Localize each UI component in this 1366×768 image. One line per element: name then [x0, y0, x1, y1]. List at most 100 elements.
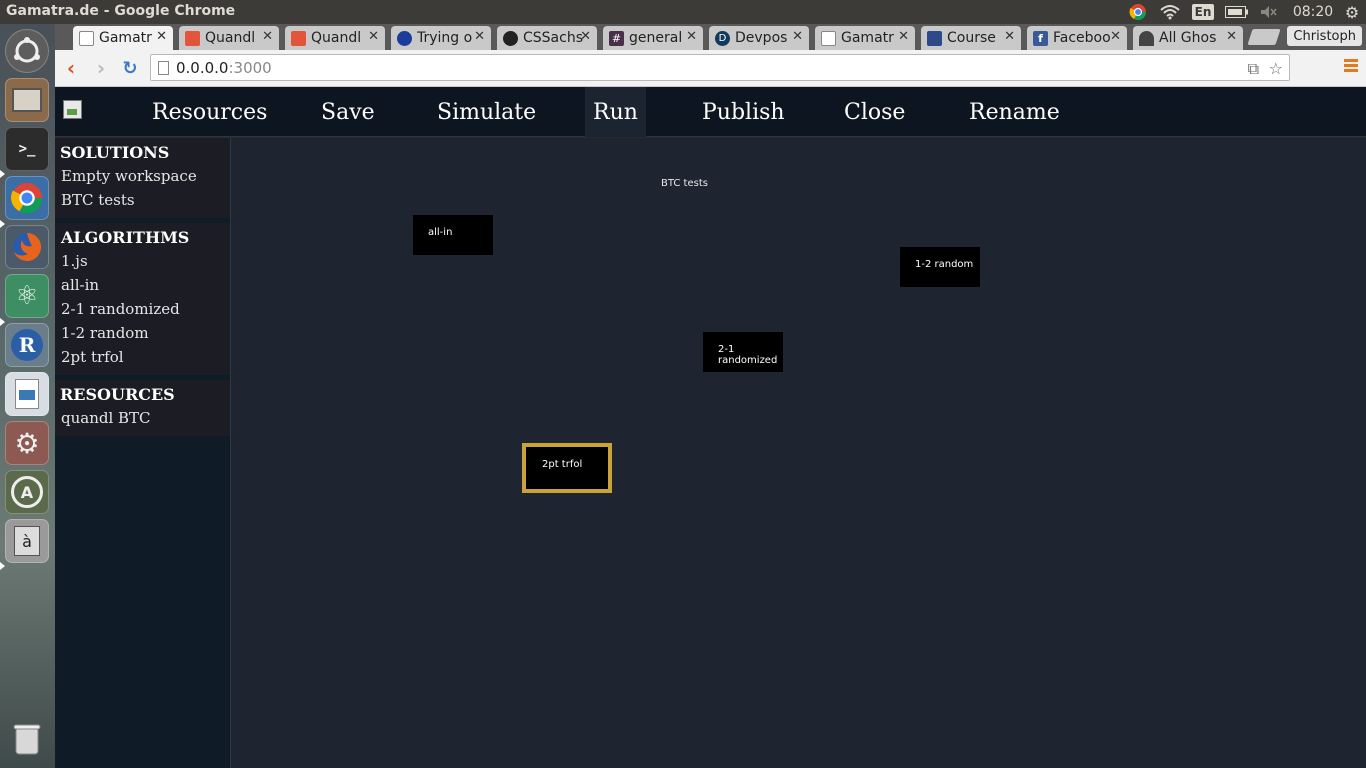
- browser-tab-strip: Gamatr ✕ Quandl ✕ Quandl ✕ Trying o ✕ CS…: [55, 24, 1366, 50]
- libreoffice-writer-icon[interactable]: [5, 372, 49, 416]
- nav-rename[interactable]: Rename: [962, 87, 1067, 137]
- tab-github[interactable]: CSSachs ✕: [497, 26, 597, 50]
- solution-item[interactable]: BTC tests: [60, 188, 225, 212]
- nav-simulate[interactable]: Simulate: [430, 87, 543, 137]
- chrome-indicator-icon[interactable]: [1126, 0, 1150, 24]
- devpost-icon: D: [715, 30, 730, 46]
- tab-trying[interactable]: Trying o ✕: [391, 26, 491, 50]
- algorithm-item[interactable]: 2pt trfol: [60, 345, 225, 369]
- nav-save[interactable]: Save: [314, 87, 382, 137]
- nav-close[interactable]: Close: [837, 87, 912, 137]
- volume-muted-icon[interactable]: [1258, 0, 1280, 24]
- close-tab-icon[interactable]: ✕: [1226, 29, 1237, 44]
- close-tab-icon[interactable]: ✕: [1004, 29, 1015, 44]
- github-icon: [503, 30, 518, 46]
- files-icon[interactable]: [5, 78, 49, 122]
- close-tab-icon[interactable]: ✕: [474, 29, 485, 44]
- tab-all-ghost[interactable]: All Ghos ✕: [1133, 26, 1243, 50]
- app-navbar: Resources Save Simulate Run Publish Clos…: [55, 87, 1366, 137]
- address-bar[interactable]: 0.0.0.0:3000 ⧉ ☆: [150, 54, 1290, 81]
- resources-section: RESOURCES quandl BTC: [55, 380, 230, 436]
- solutions-heading: SOLUTIONS: [60, 143, 170, 162]
- wifi-icon[interactable]: [1158, 0, 1182, 24]
- battery-icon[interactable]: [1224, 0, 1250, 24]
- back-arrow-icon[interactable]: ‹: [59, 56, 83, 80]
- tab-quandl-1[interactable]: Quandl ✕: [179, 26, 279, 50]
- solutions-section: SOLUTIONS Empty workspace BTC tests: [55, 138, 230, 218]
- algorithm-item[interactable]: 2-1 randomized: [60, 297, 225, 321]
- close-tab-icon[interactable]: ✕: [1110, 29, 1121, 44]
- node-1-2-random[interactable]: 1-2 random: [900, 247, 980, 287]
- sidebar: SOLUTIONS Empty workspace BTC tests ALGO…: [55, 138, 230, 768]
- running-indicator: [0, 220, 5, 228]
- r-icon[interactable]: R: [5, 323, 49, 367]
- ubuntu-dash-icon[interactable]: [5, 29, 49, 73]
- tab-gamatra-active[interactable]: Gamatr ✕: [73, 26, 173, 50]
- trash-icon[interactable]: [5, 717, 49, 761]
- tab-gamatra-2[interactable]: Gamatr ✕: [815, 26, 915, 50]
- quandl-icon: [185, 30, 200, 46]
- nav-publish[interactable]: Publish: [695, 87, 792, 137]
- running-indicator: [0, 562, 5, 570]
- cal-icon: [927, 30, 942, 46]
- atom-editor-icon[interactable]: ⚛: [5, 274, 49, 318]
- running-indicator: [0, 318, 5, 326]
- close-tab-icon[interactable]: ✕: [580, 29, 591, 44]
- chrome-launcher-icon[interactable]: [5, 176, 49, 220]
- slack-icon: #: [609, 30, 624, 46]
- workspace-canvas[interactable]: BTC tests all-in 1-2 random 2-1 randomiz…: [230, 138, 1366, 768]
- keyboard-layout-indicator[interactable]: En: [1191, 0, 1215, 24]
- running-indicator: [0, 170, 5, 178]
- tab-devpost[interactable]: D Devpos ✕: [709, 26, 809, 50]
- close-tab-icon[interactable]: ✕: [368, 29, 379, 44]
- url-text: 0.0.0.0:3000: [176, 59, 272, 77]
- window-title: Gamatra.de - Google Chrome: [6, 3, 236, 19]
- terminal-icon[interactable]: >_: [5, 127, 49, 171]
- close-tab-icon[interactable]: ✕: [686, 29, 697, 44]
- close-tab-icon[interactable]: ✕: [898, 29, 909, 44]
- tab-facebook[interactable]: f Faceboo ✕: [1027, 26, 1127, 50]
- facebook-icon: f: [1033, 30, 1048, 46]
- tab-quandl-2[interactable]: Quandl ✕: [285, 26, 385, 50]
- nav-run[interactable]: Run: [585, 87, 646, 137]
- node-2-1-randomized[interactable]: 2-1 randomized: [703, 332, 783, 372]
- canvas-title: BTC tests: [661, 178, 708, 189]
- software-updater-icon[interactable]: A: [5, 470, 49, 514]
- profile-button[interactable]: Christoph: [1287, 26, 1362, 46]
- firefox-icon[interactable]: [5, 225, 49, 269]
- system-top-panel: Gamatra.de - Google Chrome En 08:20 ⚙: [0, 0, 1366, 24]
- page-info-icon[interactable]: [158, 61, 169, 75]
- tab-slack-general[interactable]: # general ✕: [603, 26, 703, 50]
- ghost-icon: [1139, 30, 1154, 46]
- solution-item[interactable]: Empty workspace: [60, 164, 225, 188]
- algorithm-item[interactable]: 1-2 random: [60, 321, 225, 345]
- algorithms-section: ALGORITHMS 1.js all-in 2-1 randomized 1-…: [55, 223, 230, 375]
- reload-icon[interactable]: ↻: [118, 56, 142, 80]
- browser-toolbar: ‹ › ↻ 0.0.0.0:3000 ⧉ ☆: [55, 50, 1366, 87]
- new-tab-button[interactable]: [1247, 29, 1281, 45]
- quandl-icon: [291, 30, 306, 46]
- resource-item[interactable]: quandl BTC: [60, 406, 225, 430]
- session-gear-icon[interactable]: ⚙: [1340, 0, 1364, 24]
- page-icon: [821, 30, 836, 46]
- unity-launcher: >_ ⚛ R ⚙ A à: [0, 24, 55, 768]
- node-2pt-trfol-selected[interactable]: 2pt trfol: [522, 443, 612, 493]
- close-tab-icon[interactable]: ✕: [156, 29, 167, 44]
- algorithms-heading: ALGORITHMS: [61, 228, 190, 247]
- bookmark-star-icon[interactable]: ☆: [1269, 59, 1283, 78]
- character-map-icon[interactable]: à: [5, 519, 49, 563]
- system-settings-icon[interactable]: ⚙: [5, 421, 49, 465]
- clock[interactable]: 08:20: [1290, 0, 1336, 24]
- node-all-in[interactable]: all-in: [413, 215, 493, 255]
- forward-arrow-icon[interactable]: ›: [89, 56, 113, 80]
- tab-course[interactable]: Course ✕: [921, 26, 1021, 50]
- close-tab-icon[interactable]: ✕: [792, 29, 803, 44]
- browser-menu-icon[interactable]: [1344, 59, 1358, 73]
- algorithm-item[interactable]: 1.js: [60, 249, 225, 273]
- page-icon: [79, 30, 94, 46]
- broken-image-logo-icon[interactable]: [63, 100, 82, 119]
- translate-icon[interactable]: ⧉: [1248, 59, 1259, 79]
- nav-resources[interactable]: Resources: [145, 87, 274, 137]
- close-tab-icon[interactable]: ✕: [262, 29, 273, 44]
- algorithm-item[interactable]: all-in: [60, 273, 225, 297]
